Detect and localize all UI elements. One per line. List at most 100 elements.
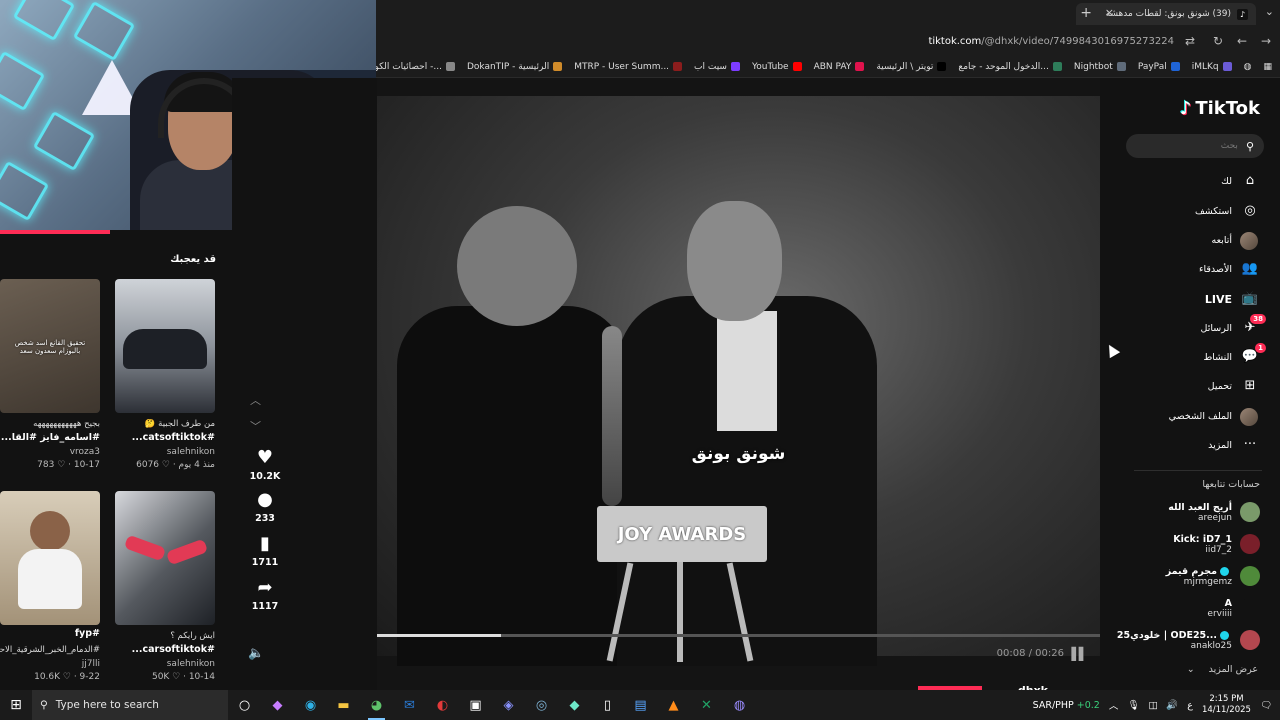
- reload-icon[interactable]: ↻: [1210, 34, 1226, 48]
- bookmark-item[interactable]: Nightbot: [1074, 62, 1126, 72]
- previous-video-icon[interactable]: ︿: [250, 392, 261, 408]
- next-video-icon[interactable]: ﹀: [250, 418, 261, 434]
- rec-hashtags[interactable]: #اسامه_فايز #القا...: [0, 432, 100, 443]
- bookmark-item[interactable]: DokanTIP - الرئيسية: [467, 62, 563, 72]
- rec-video-card[interactable]: ايش رايكم ؟ #carsoftiktok... salehnikon …: [115, 491, 215, 682]
- tiktok-favicon-icon: ♪: [1237, 8, 1248, 20]
- file-explorer-icon[interactable]: ▬: [327, 690, 360, 720]
- like-button[interactable]: ♥ 10.2K: [240, 448, 290, 483]
- bookmark-item[interactable]: iMLKq: [1192, 62, 1232, 72]
- rec-video-card[interactable]: من طرف الجبية 🤔 #catsoftiktok... salehni…: [115, 279, 215, 470]
- copilot-icon[interactable]: ◆: [261, 690, 294, 720]
- tab-search-icon[interactable]: ⌄: [1265, 5, 1274, 18]
- following-account[interactable]: Kick: iD7_1 iid7_2: [1100, 528, 1280, 560]
- search-input[interactable]: ⚲ بحث: [1126, 134, 1264, 158]
- video-progress-bar[interactable]: [377, 634, 1100, 637]
- url-field[interactable]: tiktok.com/@dhxk/video/74998430169752732…: [928, 36, 1174, 47]
- sidebar-nav-item[interactable]: ✈ 38 الرسائل: [1100, 314, 1280, 341]
- save-button[interactable]: ▮ 1711: [240, 534, 290, 569]
- copilot-app-icon[interactable]: ◆: [558, 690, 591, 720]
- tab-close-icon[interactable]: ×: [1105, 6, 1114, 19]
- rec-author[interactable]: jj7lli: [0, 659, 100, 669]
- sidebar-nav-item[interactable]: ⌂ لك: [1100, 168, 1280, 194]
- new-tab-button[interactable]: +: [1080, 5, 1092, 21]
- tiktok-logo[interactable]: ♪ TikTok: [1180, 98, 1260, 119]
- tray-chevron-icon[interactable]: ︿: [1109, 698, 1119, 712]
- bookmark-item[interactable]: YouTube: [752, 62, 802, 72]
- rec-video-card[interactable]: #fyp #الدمام_الخبر_الشرقية_الاحـ... jj7l…: [0, 491, 100, 682]
- notification-badge: 38: [1250, 314, 1266, 324]
- notepad-icon[interactable]: ▯: [591, 690, 624, 720]
- bookmark-item[interactable]: ABN PAY: [814, 62, 865, 72]
- rec-caption[interactable]: #الدمام_الخبر_الشرقية_الاحـ...: [0, 645, 100, 655]
- globe-icon[interactable]: ◍: [1244, 62, 1252, 72]
- sidebar-nav-item[interactable]: 👥 الأصدقاء: [1100, 256, 1280, 282]
- media-player-icon[interactable]: ◐: [426, 690, 459, 720]
- sidebar-nav-item[interactable]: ◎ استكشف: [1100, 198, 1280, 224]
- rec-thumbnail: [0, 491, 100, 625]
- forward-icon[interactable]: ←: [1234, 34, 1250, 48]
- man-left-head: [457, 206, 577, 326]
- window-icon[interactable]: ▤: [624, 690, 657, 720]
- currency-ticker[interactable]: SAR/PHP +0.2: [1033, 700, 1100, 711]
- verified-icon: [1220, 630, 1229, 640]
- pause-icon[interactable]: ▌▌: [1072, 647, 1089, 661]
- network-icon[interactable]: ◫: [1148, 700, 1157, 711]
- discord-icon[interactable]: ◈: [492, 690, 525, 720]
- obs-icon[interactable]: ◍: [723, 690, 756, 720]
- sidebar-nav-item[interactable]: الملف الشخصي: [1100, 403, 1280, 429]
- rec-author[interactable]: salehnikon: [115, 659, 215, 669]
- sidebar-nav-item[interactable]: ··· المزيد: [1100, 432, 1280, 458]
- following-account[interactable]: أريج العبد الله areejun: [1100, 496, 1280, 528]
- rec-author[interactable]: vroza3: [0, 447, 100, 457]
- bookmark-label: Nightbot: [1073, 61, 1113, 72]
- nav-icon: ◎: [1244, 203, 1256, 218]
- volume-icon[interactable]: 🔈: [248, 646, 264, 661]
- back-icon[interactable]: →: [1258, 34, 1274, 48]
- clock[interactable]: 2:15 PM 14/11/2025: [1202, 694, 1251, 716]
- rec-hashtags[interactable]: #catsoftiktok...: [115, 432, 215, 443]
- account-text: أريج العبد الله areejun: [1168, 502, 1232, 523]
- rec-hashtags[interactable]: #fyp: [0, 628, 100, 639]
- nav-label: الرسائل: [1200, 322, 1232, 334]
- rec-hashtags[interactable]: #carsoftiktok...: [115, 644, 215, 655]
- task-view-icon[interactable]: ○: [228, 690, 261, 720]
- rec-video-card[interactable]: تحقيق القانع اسد شخص بالبوزام سعدون سعد …: [0, 279, 100, 470]
- show-more-button[interactable]: عرض المزيد ⌄: [1187, 664, 1258, 675]
- sidebar-nav-item[interactable]: 💬 1 النشاط: [1100, 343, 1280, 370]
- steam-icon[interactable]: ◎: [525, 690, 558, 720]
- excel-icon[interactable]: ✕: [690, 690, 723, 720]
- notification-icon[interactable]: 🗨: [1260, 700, 1272, 711]
- windows-start-icon[interactable]: ⊞: [0, 690, 32, 720]
- sidebar-nav-item[interactable]: 📺 LIVE: [1100, 286, 1280, 312]
- comment-button[interactable]: ● 233: [240, 490, 290, 525]
- outlook-icon[interactable]: ✉: [393, 690, 426, 720]
- edge-icon[interactable]: ◉: [294, 690, 327, 720]
- capture-icon[interactable]: ▣: [459, 690, 492, 720]
- podium-sign: JOY AWARDS: [597, 506, 767, 562]
- language-indicator[interactable]: ع: [1187, 700, 1193, 711]
- chrome-icon[interactable]: ◕: [360, 690, 393, 720]
- sidebar-nav-item[interactable]: أتابعه: [1100, 227, 1280, 253]
- taskbar-search-input[interactable]: ⚲ Type here to search: [32, 690, 228, 720]
- rec-author[interactable]: salehnikon: [115, 447, 215, 457]
- bookmark-item[interactable]: تويتر \ الرئيسية: [876, 62, 947, 72]
- following-account[interactable]: خلودي25 | ODE25... anaklo25: [1100, 624, 1280, 656]
- browser-tab[interactable]: ♪ (39) شونق بونق: لقطات مدهشة: [1076, 3, 1256, 25]
- sidebar-nav-item[interactable]: ⊞ تحميل: [1100, 373, 1280, 399]
- like-count: 10.2K: [249, 471, 281, 482]
- bookmark-item[interactable]: احصائيات الكوبون -...: [376, 62, 455, 72]
- speaker-icon[interactable]: 🔊: [1166, 700, 1178, 711]
- following-account[interactable]: Aerviiii: [1100, 592, 1280, 624]
- site-settings-icon[interactable]: ⇄: [1182, 34, 1198, 48]
- bookmark-item[interactable]: الدخول الموحد - جامع...: [958, 62, 1062, 72]
- bookmark-item[interactable]: PayPal: [1138, 62, 1180, 72]
- bookmark-item[interactable]: سيت اب: [694, 62, 740, 72]
- vlc-icon[interactable]: ▲: [657, 690, 690, 720]
- mic-icon[interactable]: 🎙: [1127, 700, 1139, 711]
- video-player[interactable]: JOY AWARDS شونق بونق 00:08 / 00:26 ▌▌ dh…: [377, 78, 1100, 690]
- share-button[interactable]: ➦ 1117: [240, 578, 290, 613]
- bookmark-item[interactable]: MTRP - User Summ...: [574, 62, 683, 72]
- following-account[interactable]: مجرم قيمز mjrmgemz: [1100, 560, 1280, 592]
- apps-icon[interactable]: ▦: [1263, 62, 1272, 72]
